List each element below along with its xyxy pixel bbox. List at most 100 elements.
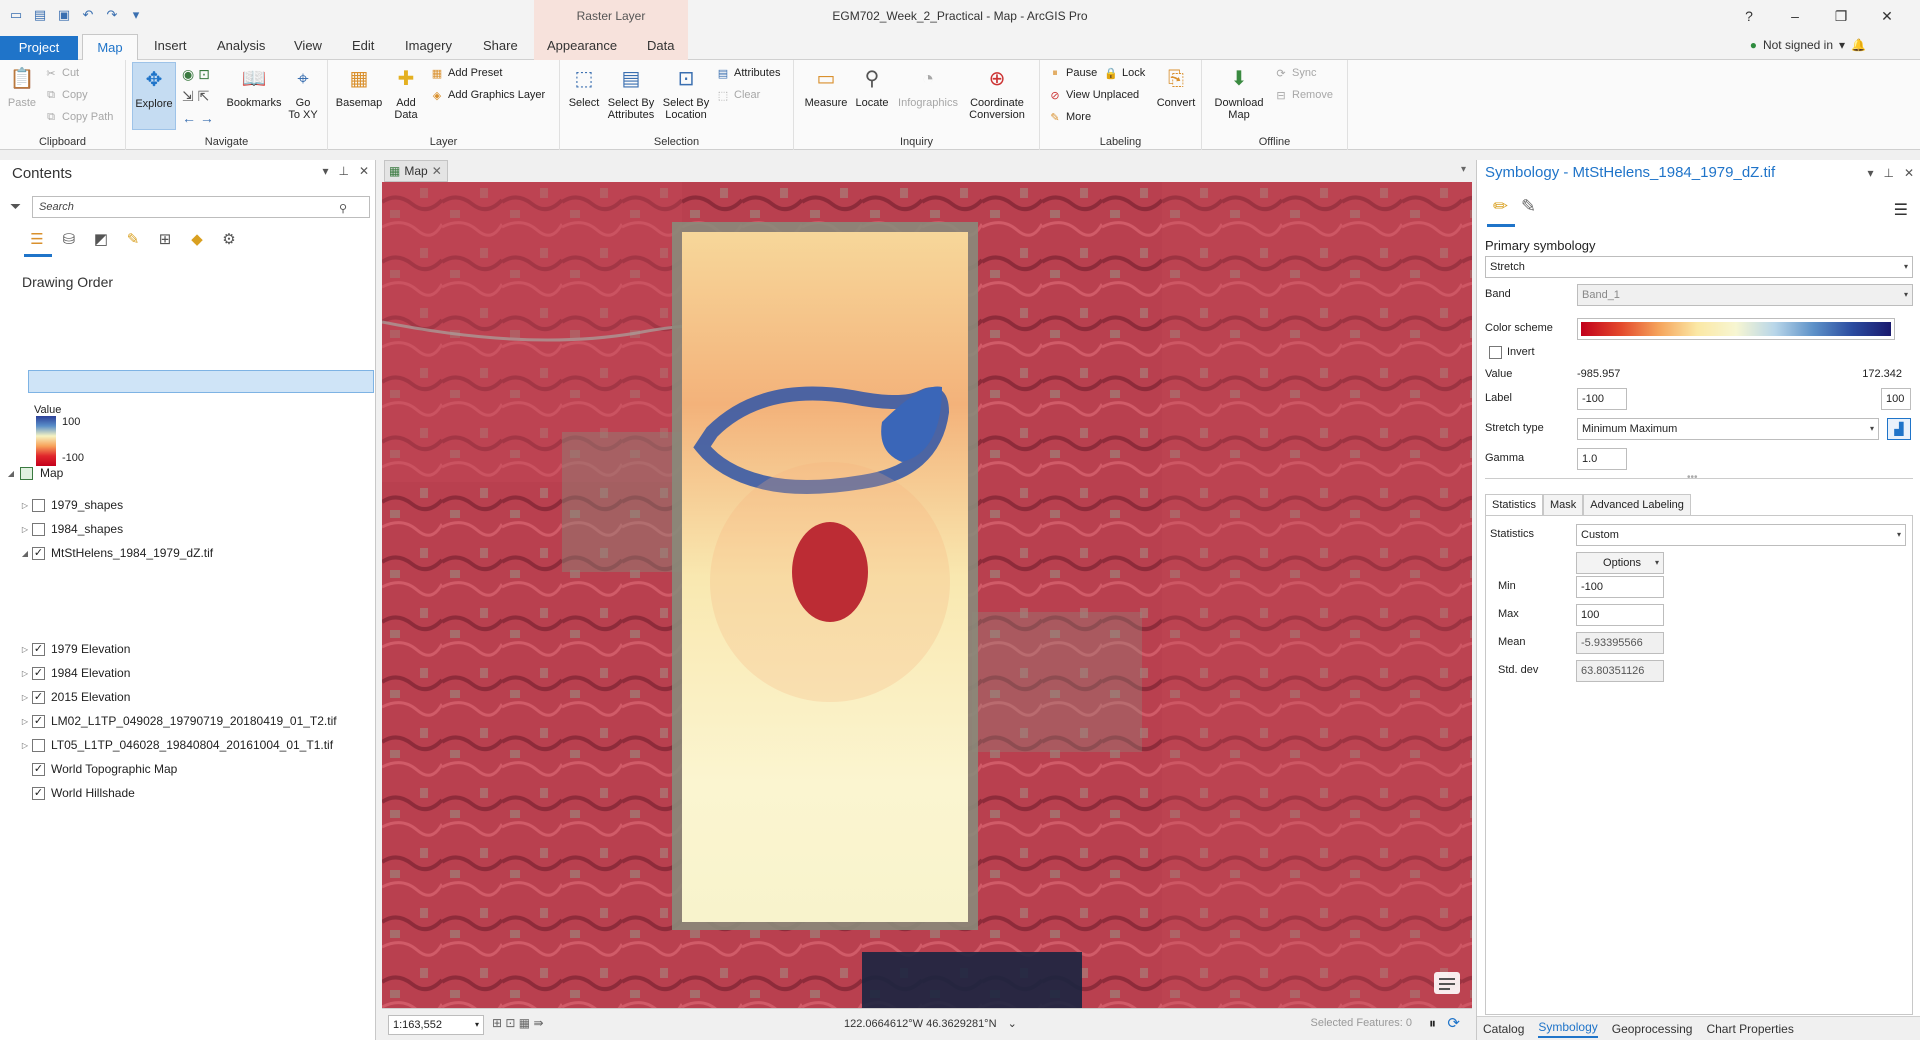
label-min-input[interactable]: -100 bbox=[1577, 388, 1627, 410]
add-data-button[interactable]: ✚ Add Data bbox=[388, 64, 424, 121]
tab-statistics[interactable]: Statistics bbox=[1485, 494, 1544, 516]
measure-button[interactable]: ▭ Measure bbox=[802, 64, 850, 109]
layer-item[interactable]: ▷ ✓ 1979 Elevation bbox=[0, 638, 376, 660]
resize-grip-icon[interactable]: ••• bbox=[1687, 472, 1698, 483]
map-view[interactable] bbox=[382, 182, 1472, 1008]
layer-item[interactable]: ▷ ✓ 1984 Elevation bbox=[0, 662, 376, 684]
layer-visibility-checkbox[interactable]: ✓ bbox=[32, 714, 45, 728]
layer-visibility-checkbox[interactable]: ✓ bbox=[32, 786, 45, 800]
close-pane-icon[interactable]: ✕ bbox=[359, 164, 369, 178]
explore-button[interactable]: ✥ Explore bbox=[132, 62, 176, 130]
add-graphics-layer-button[interactable]: ◈ Add Graphics Layer bbox=[430, 88, 545, 102]
layer-item[interactable]: ▷ 1984_shapes bbox=[0, 518, 376, 540]
expand-icon[interactable]: ▷ bbox=[20, 669, 30, 678]
statistics-dropdown[interactable]: Custom ▾ bbox=[1576, 524, 1906, 546]
sign-in-status[interactable]: ● Not signed in ▾ 🔔 bbox=[1750, 38, 1866, 52]
drawing-order-icon[interactable]: ☰ bbox=[26, 228, 48, 250]
lock-labels-button[interactable]: 🔒 Lock bbox=[1104, 66, 1145, 80]
tab-catalog[interactable]: Catalog bbox=[1483, 1022, 1524, 1036]
map-view-tab[interactable]: ▦ Map ✕ bbox=[384, 160, 448, 182]
data-source-icon[interactable]: ⛁ bbox=[58, 228, 80, 250]
map-node[interactable]: ◢ Map bbox=[0, 462, 376, 484]
min-input[interactable]: -100 bbox=[1576, 576, 1664, 598]
select-by-attributes-button[interactable]: ▤ Select By Attributes bbox=[604, 64, 658, 121]
expand-icon[interactable]: ▷ bbox=[20, 741, 30, 750]
invert-checkbox[interactable] bbox=[1489, 346, 1502, 359]
refresh-icon[interactable]: ⟳ bbox=[1447, 1014, 1460, 1032]
help-button[interactable]: ? bbox=[1726, 4, 1772, 28]
undo-icon[interactable]: ↶ bbox=[80, 7, 96, 23]
expand-icon[interactable]: ▷ bbox=[20, 645, 30, 654]
clear-button[interactable]: ⬚ Clear bbox=[716, 88, 761, 102]
tab-insert[interactable]: Insert bbox=[154, 38, 187, 53]
cut-button[interactable]: ✂ Cut bbox=[44, 66, 79, 80]
add-preset-button[interactable]: ▦ Add Preset bbox=[430, 66, 503, 80]
menu-icon[interactable]: ☰ bbox=[1894, 200, 1908, 220]
search-icon[interactable]: ⚲ bbox=[339, 199, 347, 219]
layer-visibility-checkbox[interactable]: ✓ bbox=[32, 762, 45, 776]
coordinate-conversion-button[interactable]: ⊕ Coordinate Conversion bbox=[964, 64, 1030, 121]
tab-share[interactable]: Share bbox=[483, 38, 518, 53]
close-tab-icon[interactable]: ✕ bbox=[432, 164, 442, 178]
labeling-view-icon[interactable]: ◆ bbox=[186, 228, 208, 250]
layer-item[interactable]: ▷ ✓ LM02_L1TP_049028_19790719_20180419_01_… bbox=[0, 710, 376, 732]
pane-options-icon[interactable]: ▾ bbox=[1867, 160, 1873, 186]
more-labeling-button[interactable]: ✎ More bbox=[1048, 110, 1091, 124]
paste-button[interactable]: 📋 Paste bbox=[6, 64, 38, 109]
layer-visibility-checkbox[interactable] bbox=[32, 738, 45, 752]
select-button[interactable]: ⬚ Select bbox=[566, 64, 602, 109]
notifications-icon[interactable]: 🔔 bbox=[1851, 38, 1866, 52]
collapse-icon[interactable]: ◢ bbox=[20, 549, 30, 558]
tab-project[interactable]: Project bbox=[0, 36, 78, 60]
download-map-button[interactable]: ⬇ Download Map bbox=[1210, 64, 1268, 121]
grid-icon[interactable]: ⊞ ⊡ ▦ ⇛ bbox=[492, 1016, 544, 1030]
layer-visibility-checkbox[interactable]: ✓ bbox=[32, 546, 45, 560]
sync-button[interactable]: ⟳ Sync bbox=[1274, 66, 1316, 80]
previous-extent-icon[interactable]: ← → bbox=[182, 110, 214, 126]
expand-icon[interactable]: ▷ bbox=[20, 693, 30, 702]
layer-item[interactable]: ▷ 1979_shapes bbox=[0, 494, 376, 516]
snapping-view-icon[interactable]: ⊞ bbox=[154, 228, 176, 250]
bookmarks-button[interactable]: 📖 Bookmarks bbox=[226, 64, 282, 109]
tab-edit[interactable]: Edit bbox=[352, 38, 374, 53]
go-to-xy-button[interactable]: ⌖ Go To XY bbox=[284, 64, 322, 121]
layer-item[interactable]: ✓ World Hillshade bbox=[0, 782, 376, 804]
band-dropdown[interactable]: Band_1 ▾ bbox=[1577, 284, 1913, 306]
redo-icon[interactable]: ↷ bbox=[104, 7, 120, 23]
expand-icon[interactable]: ▷ bbox=[20, 525, 30, 534]
color-scheme-dropdown[interactable] bbox=[1577, 318, 1895, 340]
chevron-down-icon[interactable]: ⌄ bbox=[1008, 1018, 1017, 1030]
tab-mask[interactable]: Mask bbox=[1543, 494, 1584, 516]
tab-chart-properties[interactable]: Chart Properties bbox=[1706, 1022, 1793, 1036]
layer-item[interactable]: ✓ World Topographic Map bbox=[0, 758, 376, 780]
primary-symbology-tab-icon[interactable]: ✏ bbox=[1493, 196, 1508, 217]
editing-view-icon[interactable]: ✎ bbox=[122, 228, 144, 250]
tab-symbology[interactable]: Symbology bbox=[1538, 1020, 1598, 1038]
selected-features-indicator[interactable]: Selected Features: 0 bbox=[1310, 1017, 1412, 1029]
view-unplaced-button[interactable]: ⊘ View Unplaced bbox=[1048, 88, 1139, 102]
perspective-view-icon[interactable]: ⚙ bbox=[218, 228, 240, 250]
scale-dropdown[interactable]: 1:163,552 ▾ bbox=[388, 1015, 484, 1035]
tab-view[interactable]: View bbox=[294, 38, 322, 53]
new-project-icon[interactable]: ▭ bbox=[8, 7, 24, 23]
tab-appearance[interactable]: Appearance bbox=[547, 38, 617, 53]
tab-imagery[interactable]: Imagery bbox=[405, 38, 452, 53]
layer-visibility-checkbox[interactable]: ✓ bbox=[32, 690, 45, 704]
close-pane-icon[interactable]: ✕ bbox=[1904, 160, 1914, 186]
tab-overflow-icon[interactable]: ▾ bbox=[1461, 164, 1466, 175]
copy-path-button[interactable]: ⧉ Copy Path bbox=[44, 110, 113, 124]
selection-view-icon[interactable]: ◩ bbox=[90, 228, 112, 250]
select-by-location-button[interactable]: ⊡ Select By Location bbox=[660, 64, 712, 121]
tab-data[interactable]: Data bbox=[647, 38, 674, 53]
filter-icon[interactable]: ⏷ bbox=[10, 198, 21, 215]
pin-icon[interactable]: ⊥ bbox=[1883, 160, 1893, 186]
pin-icon[interactable]: ⊥ bbox=[338, 164, 348, 178]
locate-button[interactable]: ⚲ Locate bbox=[852, 64, 892, 109]
layer-visibility-checkbox[interactable] bbox=[32, 522, 45, 536]
collapse-icon[interactable]: ◢ bbox=[6, 469, 16, 478]
label-max-input[interactable]: 100 bbox=[1881, 388, 1911, 410]
customize-qat-icon[interactable]: ▾ bbox=[128, 7, 144, 23]
stretch-type-dropdown[interactable]: Minimum Maximum ▾ bbox=[1577, 418, 1879, 440]
histogram-icon[interactable]: ▟ bbox=[1887, 418, 1911, 440]
open-project-icon[interactable]: ▤ bbox=[32, 7, 48, 23]
